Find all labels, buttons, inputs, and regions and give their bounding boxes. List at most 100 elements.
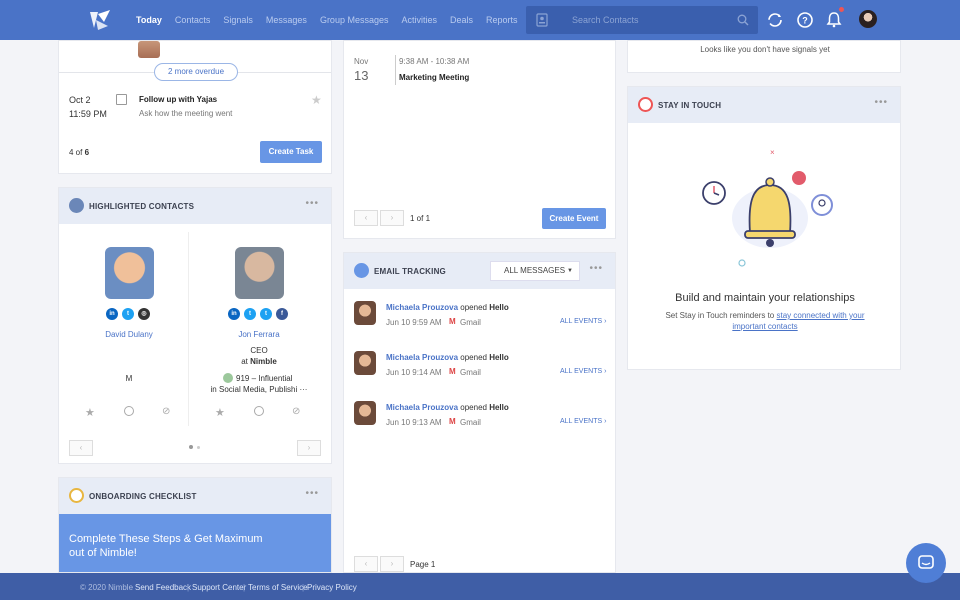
message-filter-select[interactable]: ALL MESSAGES ▼ <box>490 261 580 281</box>
search-placeholder: Search Contacts <box>572 15 639 25</box>
gmail-icon: M <box>449 367 456 376</box>
more-options-icon[interactable]: ••• <box>589 263 603 274</box>
nav-deals[interactable]: Deals <box>450 15 473 25</box>
notification-dot <box>839 7 844 12</box>
next-events-button[interactable]: › <box>380 210 404 226</box>
linkedin-icon[interactable]: in <box>228 308 240 320</box>
nav-activities[interactable]: Activities <box>401 15 437 25</box>
email-event-item: Michaela Prouzova opened Hello Jun 10 9:… <box>344 401 617 445</box>
star-icon[interactable]: ★ <box>215 406 225 419</box>
help-icon[interactable]: ? <box>796 11 814 29</box>
reminder-bell-illustration: × <box>702 148 833 267</box>
task-checkbox[interactable] <box>116 94 127 105</box>
twitter-icon[interactable]: t <box>260 308 272 320</box>
carousel-dot[interactable] <box>197 446 200 449</box>
events-card: Nov 13 9:38 AM - 10:38 AM Marketing Meet… <box>343 40 616 239</box>
prev-contacts-button[interactable]: ‹ <box>69 440 93 456</box>
nav-messages[interactable]: Messages <box>266 15 307 25</box>
more-options-icon[interactable]: ••• <box>305 198 319 209</box>
prev-page-button[interactable]: ‹ <box>354 556 378 572</box>
svg-text:?: ? <box>802 16 808 26</box>
contact-extra: M <box>125 374 133 383</box>
next-page-button[interactable]: › <box>380 556 404 572</box>
event-month: Nov <box>354 57 369 66</box>
contact-avatar[interactable] <box>354 401 376 425</box>
hide-icon[interactable]: ⊘ <box>162 406 170 417</box>
separator: | <box>187 583 190 592</box>
email-event-item: Michaela Prouzova opened Hello Jun 10 9:… <box>344 351 617 395</box>
email-tracking-title: EMAIL TRACKING <box>374 267 446 276</box>
all-events-link[interactable]: ALL EVENTS › <box>560 368 606 375</box>
main-nav: Today Contacts Signals Messages Group Me… <box>136 0 518 40</box>
next-contacts-button[interactable]: › <box>297 440 321 456</box>
hide-icon[interactable]: ⊘ <box>292 406 300 417</box>
chat-launcher-button[interactable] <box>906 543 946 583</box>
contact-photo[interactable] <box>105 247 154 299</box>
contact-card: in t t f Jon Ferrara CEO at Nimble 919 –… <box>199 232 323 426</box>
prev-events-button[interactable]: ‹ <box>354 210 378 226</box>
twitter-icon[interactable]: t <box>244 308 256 320</box>
support-center-link[interactable]: Support Center <box>192 583 246 592</box>
email-event-source: Gmail <box>460 318 481 327</box>
nav-group-messages[interactable]: Group Messages <box>320 15 389 25</box>
user-avatar[interactable] <box>859 10 877 28</box>
contact-name[interactable]: Jon Ferrara <box>199 330 319 339</box>
chat-icon <box>918 555 934 569</box>
top-navigation-bar: Today Contacts Signals Messages Group Me… <box>0 0 960 40</box>
signals-empty-text: Looks like you don't have signals yet <box>700 45 830 54</box>
email-event-text: Michaela Prouzova opened Hello <box>386 303 509 312</box>
onboarding-banner[interactable]: Complete These Steps & Get Maximum out o… <box>59 514 331 572</box>
facebook-icon[interactable]: f <box>276 308 288 320</box>
contact-name[interactable]: David Dulany <box>69 330 189 339</box>
nimble-logo[interactable] <box>84 8 114 32</box>
task-date: Oct 2 <box>69 95 91 105</box>
twitter-icon[interactable]: t <box>122 308 134 320</box>
nav-reports[interactable]: Reports <box>486 15 518 25</box>
star-icon[interactable]: ★ <box>311 93 322 107</box>
search-icon[interactable] <box>737 14 749 26</box>
sync-icon[interactable] <box>766 11 784 29</box>
more-options-icon[interactable]: ••• <box>874 97 888 108</box>
notifications-bell-icon[interactable] <box>825 11 843 29</box>
clock-icon[interactable] <box>254 406 264 416</box>
email-event-time: Jun 10 9:13 AM <box>386 418 442 427</box>
nav-today[interactable]: Today <box>136 15 162 25</box>
send-feedback-link[interactable]: Send Feedback <box>135 583 191 592</box>
stay-in-touch-header: STAY IN TOUCH ••• <box>628 87 900 123</box>
onboarding-banner-text: Complete These Steps & Get Maximum out o… <box>69 533 263 559</box>
terms-of-service-link[interactable]: Terms of Service <box>248 583 308 592</box>
contact-avatar[interactable] <box>354 351 376 375</box>
clock-icon[interactable] <box>124 406 134 416</box>
create-event-button[interactable]: Create Event <box>542 208 606 229</box>
social-profile-icon[interactable]: ◎ <box>138 308 150 320</box>
chevron-down-icon: ▼ <box>567 268 573 274</box>
linkedin-icon[interactable]: in <box>106 308 118 320</box>
separator: | <box>243 583 246 592</box>
more-options-icon[interactable]: ••• <box>305 488 319 499</box>
contact-avatar[interactable] <box>354 301 376 325</box>
create-task-button[interactable]: Create Task <box>260 141 322 163</box>
email-event-time: Jun 10 9:59 AM <box>386 318 442 327</box>
contact-company: at Nimble <box>241 357 277 366</box>
event-title[interactable]: Marketing Meeting <box>399 73 469 82</box>
privacy-policy-link[interactable]: Privacy Policy <box>307 583 357 592</box>
tasks-card: 2 more overdue Oct 2 11:59 PM Follow up … <box>58 40 332 174</box>
onboarding-title: ONBOARDING CHECKLIST <box>89 492 197 501</box>
nav-signals[interactable]: Signals <box>223 15 253 25</box>
footer: © 2020 Nimble Send Feedback | Support Ce… <box>0 573 960 600</box>
contact-photo[interactable] <box>235 247 284 299</box>
search-input[interactable]: Search Contacts <box>526 6 758 34</box>
all-events-link[interactable]: ALL EVENTS › <box>560 318 606 325</box>
nav-contacts[interactable]: Contacts <box>175 15 211 25</box>
all-events-link[interactable]: ALL EVENTS › <box>560 418 606 425</box>
email-tracking-header: EMAIL TRACKING ALL MESSAGES ▼ ••• <box>344 253 615 289</box>
email-event-text: Michaela Prouzova opened Hello <box>386 353 509 362</box>
carousel-dot-active[interactable] <box>189 445 193 449</box>
task-description: Ask how the meeting went <box>139 109 233 118</box>
task-title[interactable]: Follow up with Yajas <box>139 95 217 104</box>
star-icon[interactable]: ★ <box>85 406 95 419</box>
email-event-item: Michaela Prouzova opened Hello Jun 10 9:… <box>344 301 617 345</box>
gmail-icon: M <box>449 417 456 426</box>
more-overdue-pill[interactable]: 2 more overdue <box>154 63 238 81</box>
influence-score-icon <box>223 373 233 383</box>
